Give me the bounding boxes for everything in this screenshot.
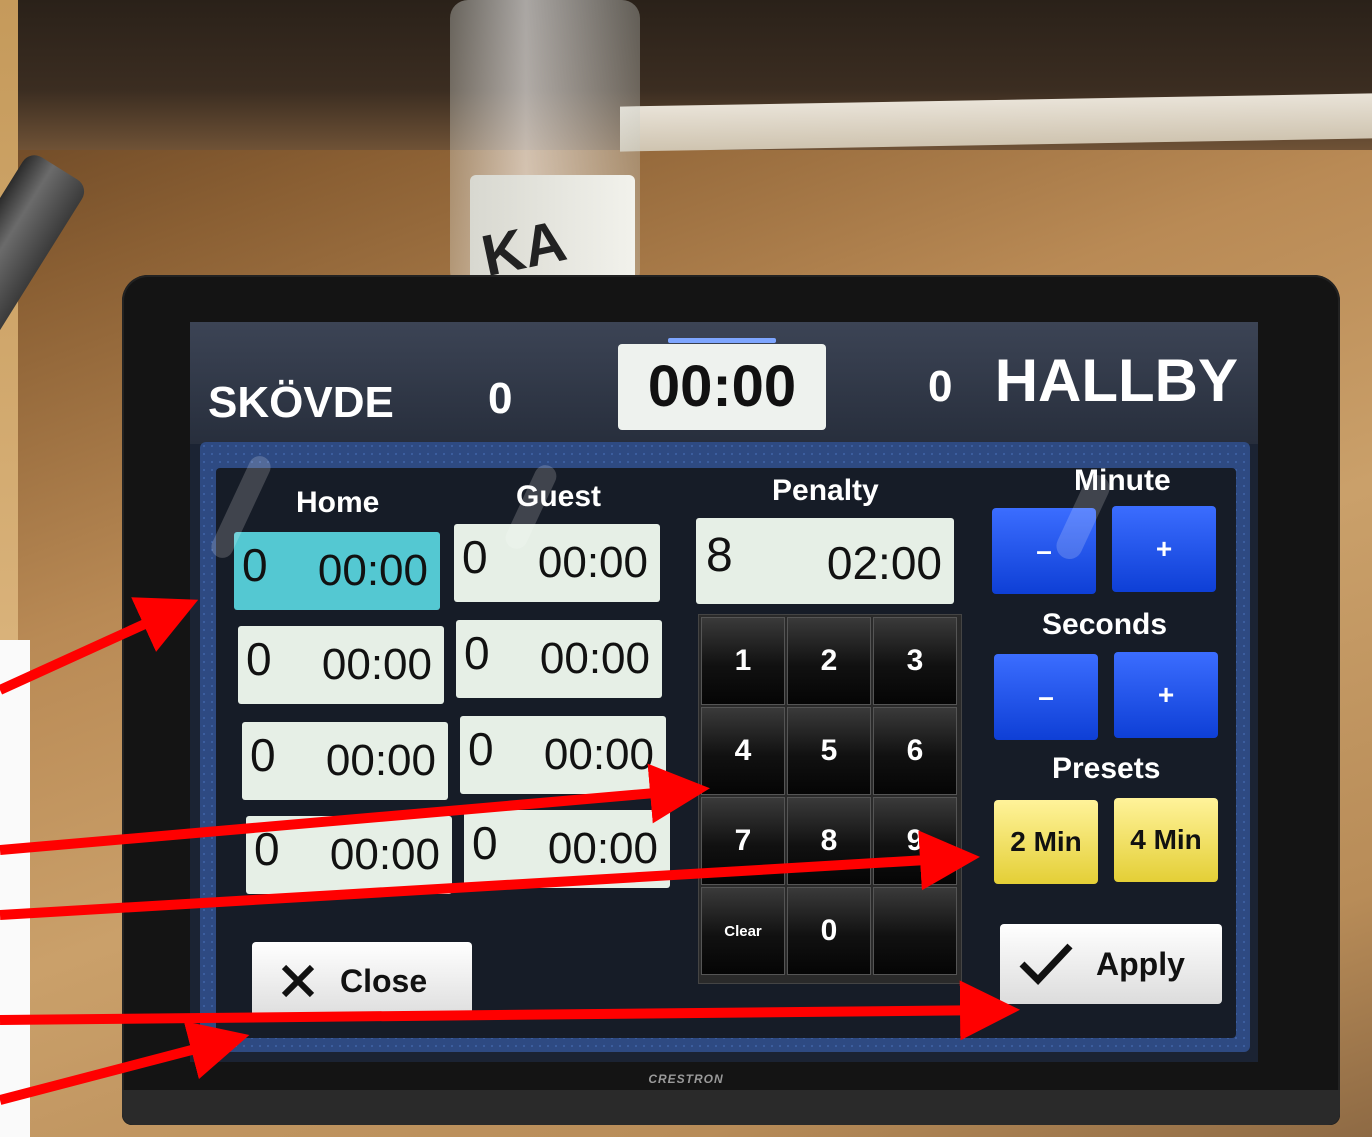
arrow-to-close <box>0 1021 250 1105</box>
arrow-to-keypad <box>0 763 710 855</box>
annotation-arrows <box>0 597 1020 1105</box>
arrow-to-apply <box>0 980 1020 1041</box>
arrow-to-presets <box>0 830 980 920</box>
arrow-to-home-slot <box>0 597 199 695</box>
